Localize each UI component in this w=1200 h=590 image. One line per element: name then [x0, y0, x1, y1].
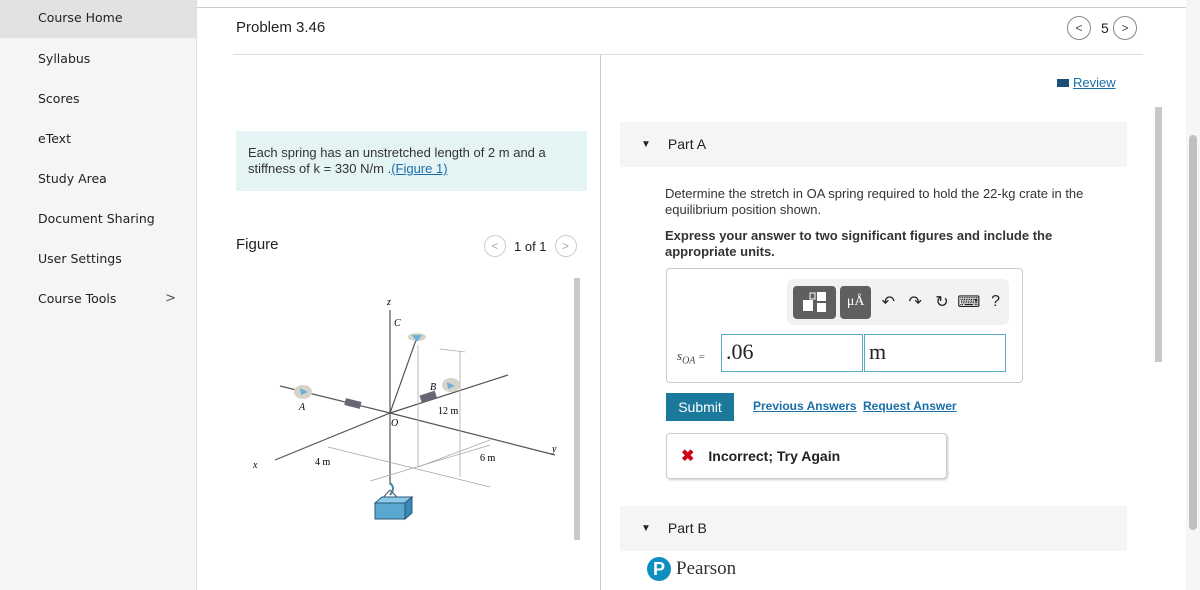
prev-problem-button[interactable]: < [1066, 16, 1091, 40]
page-title: Problem 3.46 [236, 19, 326, 36]
part-b-header[interactable]: ▼ Part B [620, 506, 1127, 551]
figure-title: Figure [236, 236, 279, 253]
templates-icon [802, 292, 826, 312]
label-z: z [386, 297, 391, 308]
label-c: C [394, 318, 401, 329]
spring-a [344, 398, 362, 409]
next-problem-button[interactable]: > [1113, 16, 1137, 40]
reset-icon[interactable]: ↻ [929, 292, 956, 312]
cable-oc [389, 339, 417, 414]
y-axis [389, 412, 556, 456]
label-b: B [430, 382, 436, 393]
units-input[interactable]: m [864, 334, 1006, 372]
sidebar-item-label: Document Sharing [38, 210, 155, 226]
collapse-triangle-icon: ▼ [641, 522, 651, 534]
figure-diagram: z C A B O x y 12 m 4 m 6 m [252, 297, 557, 521]
answer-box: μÅ ↶ ↷ ↻ ⌨ ? sOA = .06 m [666, 268, 1023, 383]
feedback-text: Incorrect; Try Again [708, 448, 841, 464]
sidebar-item-label: Course Home [38, 10, 123, 25]
next-figure-button[interactable]: > [554, 235, 577, 257]
label-6m: 6 m [480, 453, 496, 464]
x-axis [274, 412, 391, 461]
review-label: Review [1073, 75, 1116, 90]
label-a: A [298, 402, 306, 413]
top-border [197, 0, 1200, 8]
label-x: x [252, 460, 258, 471]
variable-label: sOA = [677, 348, 705, 367]
part-b-title: Part B [667, 520, 707, 536]
pearson-logo: P Pearson [647, 557, 736, 581]
question-text: Determine the stretch in OA spring requi… [665, 186, 1084, 217]
label-4m: 4 m [315, 457, 331, 468]
label-y: y [551, 444, 557, 455]
sidebar-item-user-settings[interactable]: User Settings [0, 238, 196, 278]
sidebar: Course Home Syllabus Scores eText Study … [0, 0, 197, 590]
pearson-icon: P [647, 557, 671, 581]
submit-button[interactable]: Submit [666, 393, 734, 421]
feedback-box: ✖ Incorrect; Try Again [666, 433, 947, 479]
undo-icon[interactable]: ↶ [875, 292, 902, 312]
prev-figure-button[interactable]: < [484, 235, 506, 257]
content-scrollbar[interactable] [1153, 95, 1165, 590]
redo-icon[interactable]: ↷ [902, 292, 929, 312]
part-a-header[interactable]: ▼ Part A [620, 122, 1127, 167]
sidebar-item-label: eText [38, 130, 71, 146]
sidebar-item-label: Course Tools [38, 290, 117, 306]
sidebar-item-course-home[interactable]: Course Home [0, 0, 196, 38]
label-o: O [391, 418, 398, 429]
figure-scrollbar[interactable] [572, 268, 582, 550]
value-input[interactable]: .06 [721, 334, 863, 372]
figure-pager: < 1 of 1 > [484, 235, 577, 257]
brand-name: Pearson [676, 558, 737, 579]
review-link[interactable]: Review [1057, 75, 1116, 90]
collapse-triangle-icon: ▼ [641, 138, 651, 150]
figure-link[interactable]: (Figure 1) [391, 161, 447, 176]
window-scrollbar[interactable] [1186, 0, 1200, 590]
label-12m: 12 m [438, 406, 459, 417]
units-button[interactable]: μÅ [840, 285, 871, 319]
sidebar-item-label: Scores [38, 90, 80, 106]
column-divider [600, 55, 601, 590]
sidebar-item-study-area[interactable]: Study Area [0, 158, 196, 198]
sidebar-item-course-tools[interactable]: Course Tools > [0, 278, 196, 318]
book-icon [1057, 79, 1069, 87]
math-toolbar: μÅ ↶ ↷ ↻ ⌨ ? [787, 279, 1009, 325]
chevron-right-icon: > [165, 290, 176, 306]
sidebar-item-label: Study Area [38, 170, 107, 186]
previous-answers-link[interactable]: Previous Answers [753, 399, 857, 413]
problem-statement: Each spring has an unstretched length of… [236, 131, 587, 191]
help-icon[interactable]: ? [982, 293, 1009, 311]
figure-pager-text: 1 of 1 [514, 238, 547, 254]
templates-button[interactable] [793, 285, 837, 319]
sidebar-item-scores[interactable]: Scores [0, 78, 196, 118]
error-x-icon: ✖ [681, 448, 695, 465]
sidebar-item-label: Syllabus [38, 50, 91, 66]
part-a-title: Part A [667, 136, 707, 152]
sidebar-item-document-sharing[interactable]: Document Sharing [0, 198, 196, 238]
sidebar-item-syllabus[interactable]: Syllabus [0, 38, 196, 78]
divider [233, 54, 1143, 55]
sidebar-item-etext[interactable]: eText [0, 118, 196, 158]
request-answer-link[interactable]: Request Answer [863, 399, 957, 413]
crate [374, 502, 406, 520]
sidebar-item-label: User Settings [38, 250, 122, 266]
keyboard-icon[interactable]: ⌨ [955, 292, 982, 312]
instruction-text: Express your answer to two significant f… [665, 228, 1053, 259]
